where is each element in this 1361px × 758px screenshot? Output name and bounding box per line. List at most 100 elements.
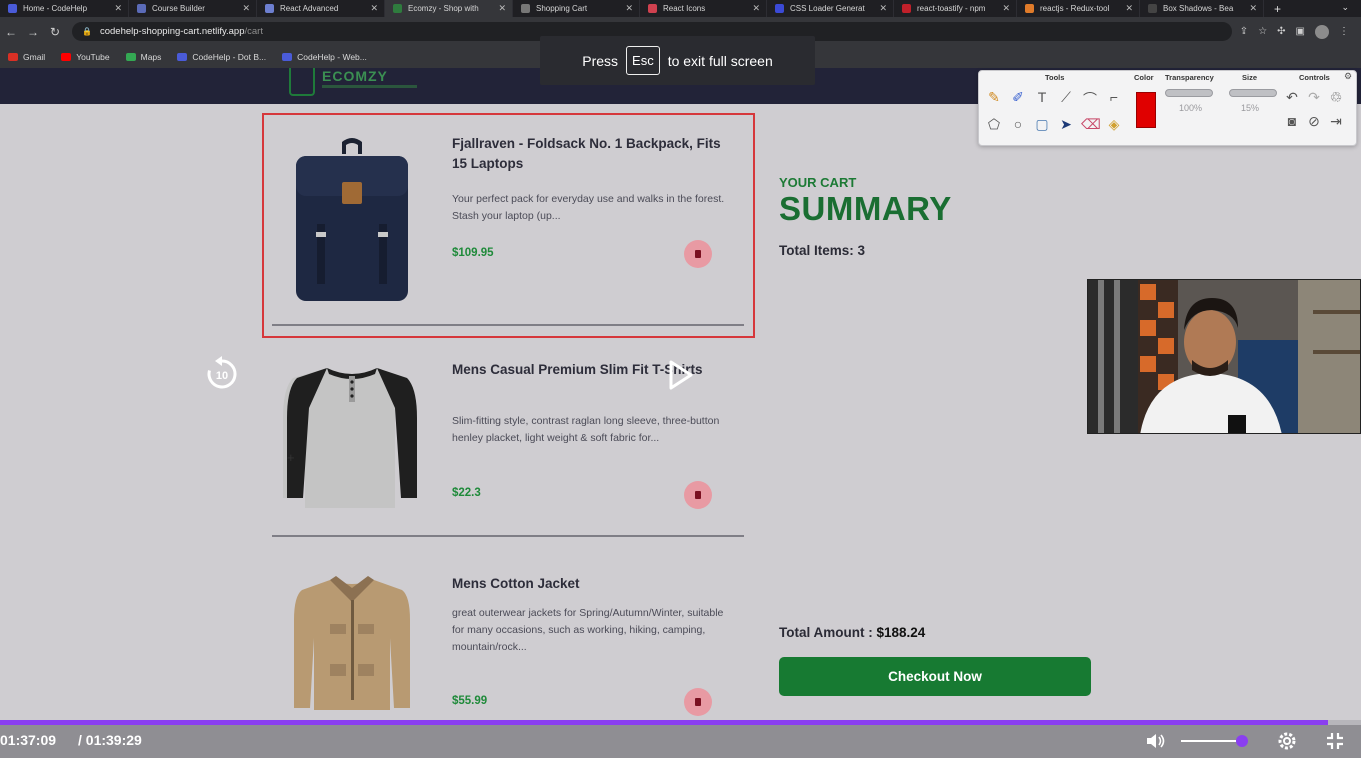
tab-close-icon[interactable]: ✕ — [625, 3, 633, 14]
rewind-10-icon: 10 — [207, 356, 237, 389]
tab-close-icon[interactable]: ✕ — [114, 3, 122, 14]
exit-fullscreen-icon[interactable] — [1324, 730, 1346, 752]
star-icon[interactable]: ☆ — [1258, 26, 1267, 37]
tab-close-icon[interactable]: ✕ — [1125, 3, 1133, 14]
browser-tab[interactable]: Home - CodeHelp ✕ — [0, 0, 129, 17]
checkout-button[interactable]: Checkout Now — [779, 657, 1091, 696]
fill-bucket-icon[interactable]: ◈ — [1105, 116, 1123, 133]
total-time: / 01:39:29 — [78, 732, 142, 748]
pencil-icon[interactable]: ✎ — [985, 89, 1003, 106]
tab-favicon-icon — [265, 4, 274, 13]
settings-gear-icon[interactable]: ⚙ — [1339, 71, 1357, 82]
tab-close-icon[interactable]: ✕ — [752, 3, 760, 14]
text-tool-icon[interactable]: T — [1033, 89, 1051, 105]
bookmark-codehelp-web[interactable]: CodeHelp - Web... — [282, 52, 367, 62]
polygon-tool-icon[interactable]: ⬠ — [985, 116, 1003, 133]
tab-favicon-icon — [1148, 4, 1157, 13]
gmail-icon — [8, 53, 18, 61]
jacket-product-image — [294, 576, 410, 710]
extensions-puzzle-icon[interactable]: ✣ — [1277, 26, 1285, 37]
transparency-slider[interactable] — [1165, 89, 1213, 97]
summary-heading: SUMMARY — [779, 190, 952, 227]
forward-arrow-icon[interactable]: → — [22, 25, 44, 39]
video-player-controls: 01:37:09 / 01:39:29 — [0, 725, 1361, 758]
browser-tab[interactable]: reactjs - Redux-tool ✕ — [1017, 0, 1140, 17]
rectangle-tool-icon[interactable]: ▢ — [1033, 116, 1051, 133]
profile-avatar[interactable] — [1315, 24, 1329, 39]
tab-close-icon[interactable]: ✕ — [1249, 3, 1257, 14]
url-path: /cart — [244, 26, 263, 37]
undo-icon[interactable]: ↶ — [1283, 89, 1301, 106]
bookmark-gmail[interactable]: Gmail — [8, 52, 45, 62]
pointer-tool-icon[interactable]: ➤ — [1057, 116, 1075, 133]
marker-icon[interactable]: ✐ — [1009, 89, 1027, 106]
share-icon[interactable]: ⇪ — [1240, 26, 1248, 37]
cart-item-description: Slim-fitting style, contrast raglan long… — [452, 415, 720, 444]
tab-close-icon[interactable]: ✕ — [370, 3, 378, 14]
screen: Home - CodeHelp ✕ Course Builder ✕ React A… — [0, 0, 1361, 758]
browser-tab[interactable]: React Icons ✕ — [640, 0, 767, 17]
lock-icon: 🔒 — [82, 27, 92, 36]
redo-icon[interactable]: ↷ — [1305, 89, 1323, 106]
backpack-product-image — [296, 138, 408, 301]
tab-close-icon[interactable]: ✕ — [242, 3, 250, 14]
bookmark-codehelp-dot[interactable]: CodeHelp - Dot B... — [177, 52, 266, 62]
tab-close-icon[interactable]: ✕ — [498, 3, 506, 14]
presenter-video-image — [1088, 280, 1360, 433]
browser-tab[interactable]: Shopping Cart ✕ — [513, 0, 640, 17]
transparency-value: 100% — [1179, 103, 1203, 113]
cart-item-price: $109.95 — [452, 247, 494, 259]
hide-eye-icon[interactable]: ⊘ — [1305, 113, 1323, 130]
cart-item-title: Fjallraven - Foldsack No. 1 Backpack, Fi… — [452, 136, 721, 171]
line-tool-icon[interactable]: ⟋ — [1057, 89, 1075, 106]
circle-tool-icon[interactable]: ○ — [1009, 116, 1027, 132]
eraser-icon[interactable]: ⌫ — [1081, 116, 1101, 133]
settings-gear-icon[interactable] — [1276, 730, 1298, 752]
youtube-icon — [61, 53, 72, 61]
url-host: codehelp-shopping-cart.netlify.app — [99, 26, 245, 37]
bookmark-maps[interactable]: Maps — [125, 52, 161, 62]
codehelp-icon — [177, 53, 188, 61]
volume-icon[interactable] — [1144, 730, 1166, 752]
camera-icon[interactable]: ◙ — [1283, 113, 1301, 129]
exit-icon[interactable]: ⇥ — [1327, 113, 1345, 130]
curve-tool-icon[interactable]: ⌒ — [1081, 89, 1099, 109]
browser-tab[interactable]: react-toastify - npm ✕ — [894, 0, 1017, 17]
browser-tab[interactable]: CSS Loader Generat ✕ — [767, 0, 894, 17]
play-icon[interactable] — [668, 360, 694, 390]
total-amount-value: $188.24 — [876, 625, 926, 640]
tab-close-icon[interactable]: ✕ — [879, 3, 887, 14]
new-tab-button[interactable]: + — [1274, 2, 1281, 16]
cart-item-price: $55.99 — [452, 695, 488, 707]
tab-favicon-icon — [1025, 4, 1034, 13]
back-arrow-icon[interactable]: ← — [0, 25, 22, 39]
cart-item-description: Your perfect pack for everyday use and w… — [452, 193, 725, 222]
tab-close-icon[interactable]: ✕ — [1002, 3, 1010, 14]
maps-icon — [125, 53, 136, 61]
menu-kebab-icon[interactable]: ⋮ — [1339, 26, 1349, 37]
size-slider[interactable] — [1229, 89, 1277, 97]
cart-item: Fjallraven - Foldsack No. 1 Backpack, Fi… — [272, 134, 744, 304]
rewind-10-button[interactable]: 10 — [204, 356, 240, 392]
delete-item-button[interactable] — [684, 688, 712, 716]
bookmark-youtube[interactable]: YouTube — [61, 52, 110, 62]
browser-tab[interactable]: Box Shadows - Bea ✕ — [1140, 0, 1264, 17]
volume-knob[interactable] — [1235, 735, 1248, 747]
browser-tab-active[interactable]: Ecomzy - Shop with ✕ — [385, 0, 513, 17]
size-heading: Size — [1242, 73, 1258, 82]
logo-tagline-decoration — [322, 85, 417, 88]
browser-tab[interactable]: Course Builder ✕ — [129, 0, 257, 17]
browser-tab[interactable]: React Advanced ✕ — [257, 0, 385, 17]
tab-search-chevron-icon[interactable]: ⌄ — [1341, 2, 1349, 13]
connector-tool-icon[interactable]: ⌐ — [1105, 89, 1123, 105]
selected-color-swatch[interactable] — [1136, 92, 1156, 128]
logo-bag-icon[interactable] — [289, 68, 315, 96]
cart-item-price: $22.3 — [452, 487, 481, 499]
delete-item-button[interactable] — [684, 481, 712, 509]
side-panel-icon[interactable]: ▣ — [1296, 26, 1305, 37]
tab-favicon-icon — [902, 4, 911, 13]
site-logo[interactable]: ECOMZY — [322, 68, 388, 84]
delete-item-button[interactable] — [684, 240, 712, 268]
reload-icon[interactable]: ↻ — [44, 25, 66, 39]
clear-icon[interactable]: ♲ — [1327, 89, 1345, 106]
